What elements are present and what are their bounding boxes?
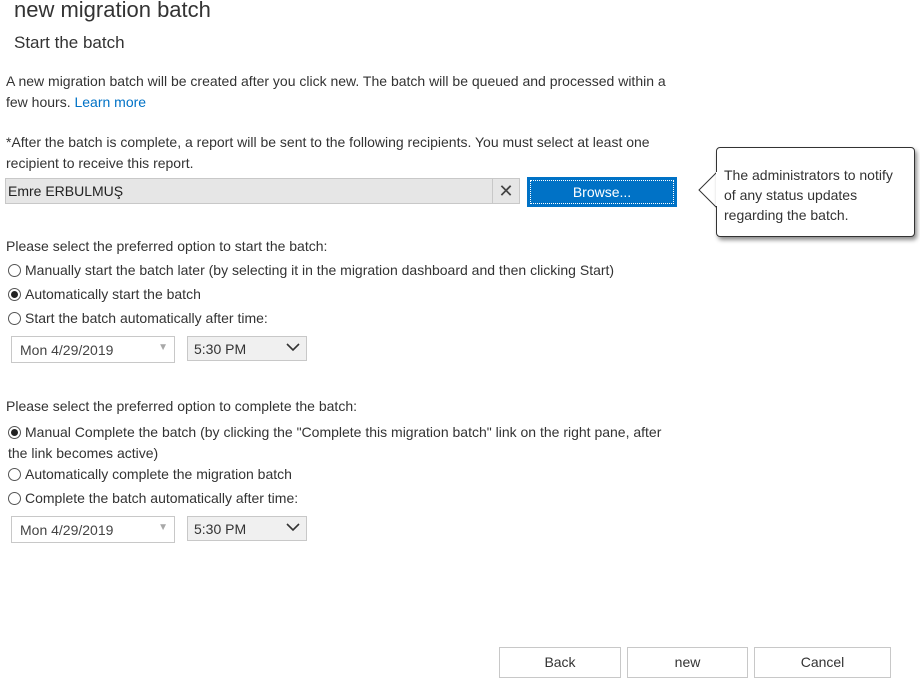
start-time-select[interactable]: 5:30 PM — [187, 336, 307, 361]
radio-button[interactable] — [8, 426, 21, 439]
focus-outline — [530, 180, 674, 204]
new-button[interactable]: new — [627, 647, 748, 678]
recipients-field[interactable]: Emre ERBULMUŞ ✕ — [5, 178, 520, 204]
start-date-picker[interactable]: Mon 4/29/2019 ▼ — [11, 336, 175, 363]
chevron-down-icon[interactable]: ▼ — [158, 522, 168, 533]
radio-button[interactable] — [8, 264, 21, 277]
learn-more-link[interactable]: Learn more — [74, 94, 146, 110]
radio-button[interactable] — [8, 468, 21, 481]
chevron-down-icon[interactable] — [286, 520, 300, 534]
complete-date-value: Mon 4/29/2019 — [20, 522, 114, 538]
start-time-value: 5:30 PM — [194, 341, 247, 357]
radio-button[interactable] — [8, 288, 21, 301]
radio-label: Manually start the batch later (by selec… — [25, 262, 615, 278]
recipient-value: Emre ERBULMUŞ — [8, 183, 124, 199]
tooltip-arrow — [698, 172, 717, 208]
page-subtitle: Start the batch — [14, 33, 125, 52]
radio-complete-after-time[interactable]: Complete the batch automatically after t… — [8, 490, 298, 506]
tooltip-arrow-joint — [716, 172, 718, 206]
recipients-label: *After the batch is complete, a report w… — [6, 134, 650, 171]
start-date-value: Mon 4/29/2019 — [20, 342, 114, 358]
intro-text-block: A new migration batch will be created af… — [6, 71, 674, 113]
radio-button[interactable] — [8, 492, 21, 505]
radio-label: Automatically start the batch — [25, 286, 201, 302]
complete-options-label: Please select the preferred option to co… — [6, 398, 357, 414]
start-options-label: Please select the preferred option to st… — [6, 238, 328, 254]
radio-button[interactable] — [8, 312, 21, 325]
complete-date-picker[interactable]: Mon 4/29/2019 ▼ — [11, 516, 175, 543]
chevron-down-icon[interactable] — [286, 340, 300, 354]
radio-label: Complete the batch automatically after t… — [25, 490, 299, 506]
complete-time-value: 5:30 PM — [194, 521, 247, 537]
cancel-button[interactable]: Cancel — [754, 647, 891, 678]
radio-start-automatic[interactable]: Automatically start the batch — [8, 286, 201, 302]
close-icon[interactable]: ✕ — [492, 179, 519, 203]
radio-label: Automatically complete the migration bat… — [25, 466, 292, 482]
recipients-tooltip: The administrators to notify of any stat… — [716, 147, 915, 237]
radio-label: Manual Complete the batch (by clicking t… — [8, 424, 662, 461]
radio-complete-automatic[interactable]: Automatically complete the migration bat… — [8, 466, 292, 482]
page-title: new migration batch — [14, 0, 211, 22]
back-button[interactable]: Back — [499, 647, 621, 678]
complete-time-select[interactable]: 5:30 PM — [187, 516, 307, 541]
radio-label: Start the batch automatically after time… — [25, 310, 268, 326]
radio-complete-manual[interactable]: Manual Complete the batch (by clicking t… — [8, 422, 668, 464]
radio-start-manual[interactable]: Manually start the batch later (by selec… — [8, 262, 614, 278]
radio-start-after-time[interactable]: Start the batch automatically after time… — [8, 310, 268, 326]
chevron-down-icon[interactable]: ▼ — [158, 342, 168, 353]
browse-button[interactable]: Browse... — [527, 177, 677, 207]
